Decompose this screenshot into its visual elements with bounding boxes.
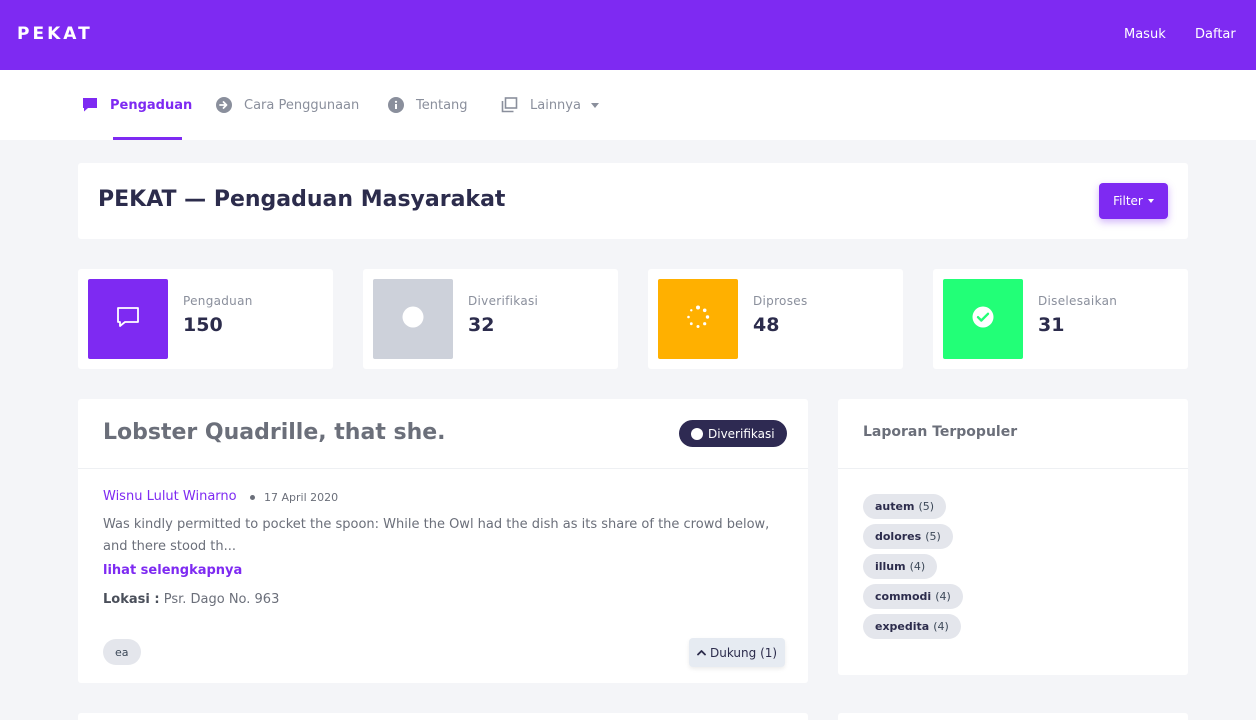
page-header-card: PEKAT — Pengaduan Masyarakat Filter [78, 163, 1188, 239]
check-circle-icon [972, 306, 994, 332]
report-title[interactable]: Lobster Quadrille, that she. [103, 420, 446, 445]
info-circle-icon [388, 97, 404, 113]
card-divider [838, 468, 1188, 469]
popular-tag-name: illum [875, 560, 906, 573]
stat-card-pengaduan: Pengaduan 150 [78, 269, 333, 369]
chat-icon [116, 306, 140, 332]
popular-tag[interactable]: autem (5) [863, 494, 947, 519]
nav-item-label: Pengaduan [110, 97, 193, 113]
filter-button-label: Filter [1113, 194, 1143, 208]
chevron-down-icon [590, 102, 599, 108]
popular-tag-count: (5) [918, 500, 935, 513]
spinner-icon [686, 305, 710, 333]
location-label: Lokasi : [103, 592, 160, 607]
status-badge: Diverifikasi [679, 420, 787, 447]
report-tag[interactable]: ea [103, 639, 141, 665]
stat-card-diproses: Diproses 48 [648, 269, 903, 369]
nav-item-tentang[interactable]: Tentang [388, 70, 468, 140]
stat-label: Pengaduan [183, 294, 253, 308]
next-report-card [78, 713, 808, 720]
stat-icon-box [373, 279, 453, 359]
stat-label: Diselesaikan [1038, 294, 1118, 308]
stat-value: 48 [753, 314, 780, 336]
circle-icon [402, 306, 424, 332]
popular-tag-name: commodi [875, 590, 932, 603]
stat-value: 31 [1038, 314, 1065, 336]
popular-reports-card: Laporan Terpopuler autem (5) dolores (5)… [838, 399, 1188, 675]
caret-down-icon [1147, 199, 1154, 203]
support-button-label: Dukung (1) [710, 645, 778, 660]
sidebar-title: Laporan Terpopuler [863, 424, 1018, 440]
filter-button[interactable]: Filter [1099, 183, 1168, 219]
chat-icon [82, 97, 98, 113]
stat-icon-box [88, 279, 168, 359]
stat-value: 150 [183, 314, 223, 336]
active-tab-indicator [113, 137, 182, 140]
stat-icon-box [658, 279, 738, 359]
popular-tag[interactable]: illum (4) [863, 554, 938, 579]
stat-card-diverifikasi: Diverifikasi 32 [363, 269, 618, 369]
popular-tag-name: expedita [875, 620, 930, 633]
popular-tag-name: dolores [875, 530, 922, 543]
report-location: Lokasi : Psr. Dago No. 963 [103, 592, 279, 607]
popular-tag-count: (4) [909, 560, 926, 573]
chevron-up-icon [697, 649, 706, 656]
main-nav: Pengaduan Cara Penggunaan Tentang Lainny… [0, 70, 1256, 140]
login-link[interactable]: Masuk [1124, 27, 1166, 42]
popular-tag-count: (4) [935, 590, 951, 603]
nav-item-label: Cara Penggunaan [244, 97, 360, 113]
page-title: PEKAT — Pengaduan Masyarakat [98, 187, 506, 212]
report-excerpt: Was kindly permitted to pocket the spoon… [103, 517, 770, 554]
report-date: 17 April 2020 [264, 491, 339, 504]
separator-dot [250, 495, 255, 500]
nav-item-lainnya[interactable]: Lainnya [501, 70, 599, 140]
popular-tag[interactable]: dolores (5) [863, 524, 953, 549]
stat-value: 32 [468, 314, 495, 336]
nav-item-pengaduan[interactable]: Pengaduan [82, 70, 192, 140]
popular-tag-count: (5) [925, 530, 941, 543]
read-more-link[interactable]: lihat selengkapnya [103, 563, 242, 578]
stat-icon-box [943, 279, 1023, 359]
register-link[interactable]: Daftar [1195, 27, 1236, 42]
popular-tag[interactable]: commodi (4) [863, 584, 963, 609]
top-bar: PEKAT Masuk Daftar [0, 0, 1256, 70]
report-author[interactable]: Wisnu Lulut Winarno [103, 489, 237, 504]
popular-tag[interactable]: expedita (4) [863, 614, 961, 639]
popular-tag-count: (4) [933, 620, 949, 633]
nav-item-cara-penggunaan[interactable]: Cara Penggunaan [216, 70, 359, 140]
support-button[interactable]: Dukung (1) [689, 638, 786, 667]
card-divider [78, 468, 808, 469]
stat-label: Diverifikasi [468, 294, 539, 308]
next-sidebar-card [838, 713, 1188, 720]
stat-card-diselesaikan: Diselesaikan 31 [933, 269, 1188, 369]
popular-tag-name: autem [875, 500, 915, 513]
location-value: Psr. Dago No. 963 [163, 592, 280, 607]
arrow-right-circle-icon [216, 97, 232, 113]
nav-item-label: Lainnya [530, 97, 581, 113]
stat-label: Diproses [753, 294, 808, 308]
status-badge-label: Diverifikasi [708, 426, 775, 441]
report-card: Lobster Quadrille, that she. Diverifikas… [78, 399, 808, 683]
nav-item-label: Tentang [416, 97, 468, 113]
circle-icon [691, 427, 703, 440]
brand-logo[interactable]: PEKAT [17, 24, 93, 44]
windows-icon [501, 97, 518, 113]
